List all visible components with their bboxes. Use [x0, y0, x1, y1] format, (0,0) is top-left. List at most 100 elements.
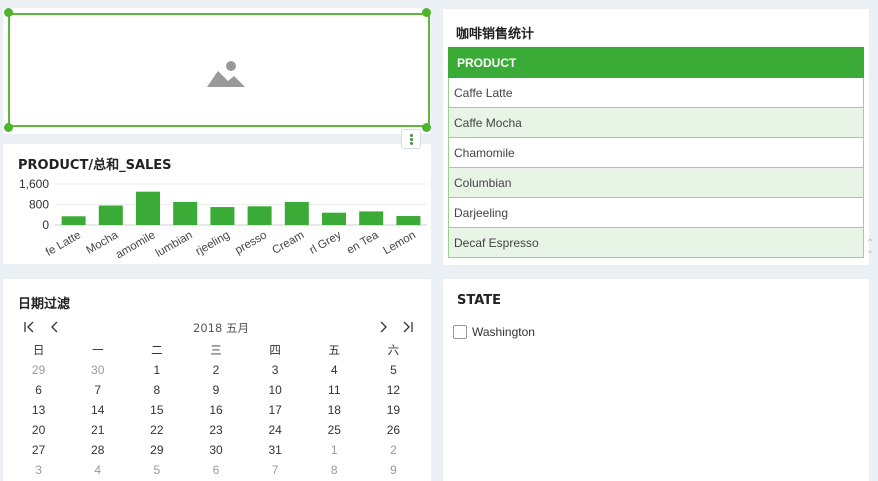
calendar-day[interactable]: 8: [127, 380, 186, 400]
calendar-day[interactable]: 9: [364, 460, 423, 480]
calendar-day[interactable]: 1: [305, 440, 364, 460]
calendar-day[interactable]: 11: [305, 380, 364, 400]
calendar-day[interactable]: 29: [127, 440, 186, 460]
resize-handle-top-right[interactable]: [422, 8, 431, 17]
chart-bar[interactable]: [173, 201, 198, 225]
x-tick-label: lumbian: [154, 229, 195, 260]
calendar-day[interactable]: 17: [246, 400, 305, 420]
calendar-week: 3456789: [9, 460, 423, 480]
next-month-icon[interactable]: [377, 321, 389, 333]
calendar-day[interactable]: 21: [68, 420, 127, 440]
table-scroll-indicator[interactable]: ⌃ ⌄: [866, 239, 874, 256]
chart-bar[interactable]: [322, 212, 346, 225]
chart-bar[interactable]: [98, 205, 123, 225]
calendar-day[interactable]: 23: [186, 420, 245, 440]
y-tick-label: 800: [29, 198, 49, 212]
table-cell-product: Decaf Espresso: [448, 227, 864, 258]
table-row[interactable]: Decaf Espresso: [448, 227, 864, 258]
table-row[interactable]: Columbian: [448, 167, 864, 198]
calendar-day[interactable]: 10: [246, 380, 305, 400]
calendar-day[interactable]: 30: [186, 440, 245, 460]
calendar-day[interactable]: 24: [246, 420, 305, 440]
x-tick-label: fe Latte: [44, 229, 83, 259]
calendar-day[interactable]: 3: [9, 460, 68, 480]
calendar-day[interactable]: 15: [127, 400, 186, 420]
calendar-day[interactable]: 2: [186, 360, 245, 380]
calendar-day[interactable]: 31: [246, 440, 305, 460]
calendar-day[interactable]: 5: [364, 360, 423, 380]
calendar-day[interactable]: 20: [9, 420, 68, 440]
bar-chart-panel: PRODUCT/总和_SALES 1,600 800 0 fe Latte Mocha a…: [3, 144, 431, 264]
table-cell-product: Columbian: [448, 167, 864, 198]
resize-handle-bottom-left[interactable]: [4, 123, 13, 132]
calendar-day[interactable]: 8: [305, 460, 364, 480]
table-row[interactable]: Chamomile: [448, 137, 864, 168]
state-filter-panel: STATE Washington: [443, 279, 869, 481]
more-vertical-icon: [410, 134, 413, 137]
state-checkbox[interactable]: [453, 325, 467, 339]
calendar-day[interactable]: 30: [68, 360, 127, 380]
calendar-day[interactable]: 1: [127, 360, 186, 380]
table-header-product[interactable]: PRODUCT: [448, 47, 864, 78]
weekday-label: 五: [328, 343, 341, 357]
table-row[interactable]: Caffe Mocha: [448, 107, 864, 138]
calendar-day[interactable]: 18: [305, 400, 364, 420]
chart-bar[interactable]: [247, 206, 272, 225]
y-tick-label: 1,600: [19, 177, 49, 191]
chart-bar[interactable]: [284, 201, 309, 225]
x-tick-label: presso: [233, 229, 269, 257]
table-title: 咖啡销售统计: [456, 27, 535, 42]
calendar-day[interactable]: 19: [364, 400, 423, 420]
chart-bar[interactable]: [136, 191, 160, 225]
calendar-grid: 日一二三四五六 29 30 1 2 3 4 5 6 7 8 9 10 11 12 13 14 15 16 17 18 1…: [9, 340, 423, 480]
calendar-day[interactable]: 2: [364, 440, 423, 460]
image-panel[interactable]: [3, 8, 431, 134]
calendar-day[interactable]: 4: [68, 460, 127, 480]
resize-handle-top-left[interactable]: [4, 8, 13, 17]
calendar-day[interactable]: 16: [186, 400, 245, 420]
calendar-week: 29 30 1 2 3 4 5: [9, 360, 423, 380]
calendar-day[interactable]: 12: [364, 380, 423, 400]
chart-bar[interactable]: [61, 216, 86, 225]
state-title: STATE: [457, 293, 502, 308]
calendar-day[interactable]: 28: [68, 440, 127, 460]
last-month-icon[interactable]: [402, 321, 414, 333]
calendar-day[interactable]: 13: [9, 400, 68, 420]
calendar-day[interactable]: 26: [364, 420, 423, 440]
resize-handle-bottom-right[interactable]: [422, 123, 431, 132]
calendar-day[interactable]: 22: [127, 420, 186, 440]
calendar-day[interactable]: 6: [186, 460, 245, 480]
more-vertical-icon-dot: [410, 138, 413, 141]
table-cell-product: Darjeeling: [448, 197, 864, 228]
weekday-label: 一: [91, 343, 104, 357]
weekday-label: 六: [387, 343, 400, 357]
table-row[interactable]: Darjeeling: [448, 197, 864, 228]
x-tick-label: Cream: [270, 229, 306, 257]
calendar-day[interactable]: 25: [305, 420, 364, 440]
calendar-day[interactable]: 9: [186, 380, 245, 400]
calendar-day[interactable]: 6: [9, 380, 68, 400]
product-table: PRODUCT Caffe Latte Caffe Mocha Chamomile C…: [448, 47, 864, 258]
calendar-day[interactable]: 7: [246, 460, 305, 480]
calendar-week: 20 21 22 23 24 25 26: [9, 420, 423, 440]
calendar-day[interactable]: 3: [246, 360, 305, 380]
chart-bar[interactable]: [396, 216, 421, 225]
image-selection-frame[interactable]: [8, 13, 430, 127]
x-tick-label: rjeeling: [194, 229, 232, 258]
bar-chart: 1,6008000fe Latte Mochaamomilelumbian rjee…: [19, 177, 427, 261]
table-row[interactable]: Caffe Latte: [448, 77, 864, 108]
calendar-day[interactable]: 27: [9, 440, 68, 460]
calendar-day[interactable]: 7: [68, 380, 127, 400]
x-tick-label: amomile: [114, 229, 158, 261]
sales-table-panel: 咖啡销售统计 PRODUCT Caffe Latte Caffe Mocha Cha…: [443, 9, 869, 265]
chart-bar[interactable]: [210, 207, 235, 225]
chart-bar[interactable]: [359, 211, 384, 225]
calendar-day[interactable]: 14: [68, 400, 127, 420]
calendar-day[interactable]: 5: [127, 460, 186, 480]
more-options-button[interactable]: [401, 129, 421, 149]
x-tick-label: en Tea: [345, 229, 381, 257]
calendar-day[interactable]: 29: [9, 360, 68, 380]
weekday-label: 二: [151, 343, 163, 357]
calendar-day[interactable]: 4: [305, 360, 364, 380]
calendar-title: 日期过滤: [18, 297, 71, 312]
